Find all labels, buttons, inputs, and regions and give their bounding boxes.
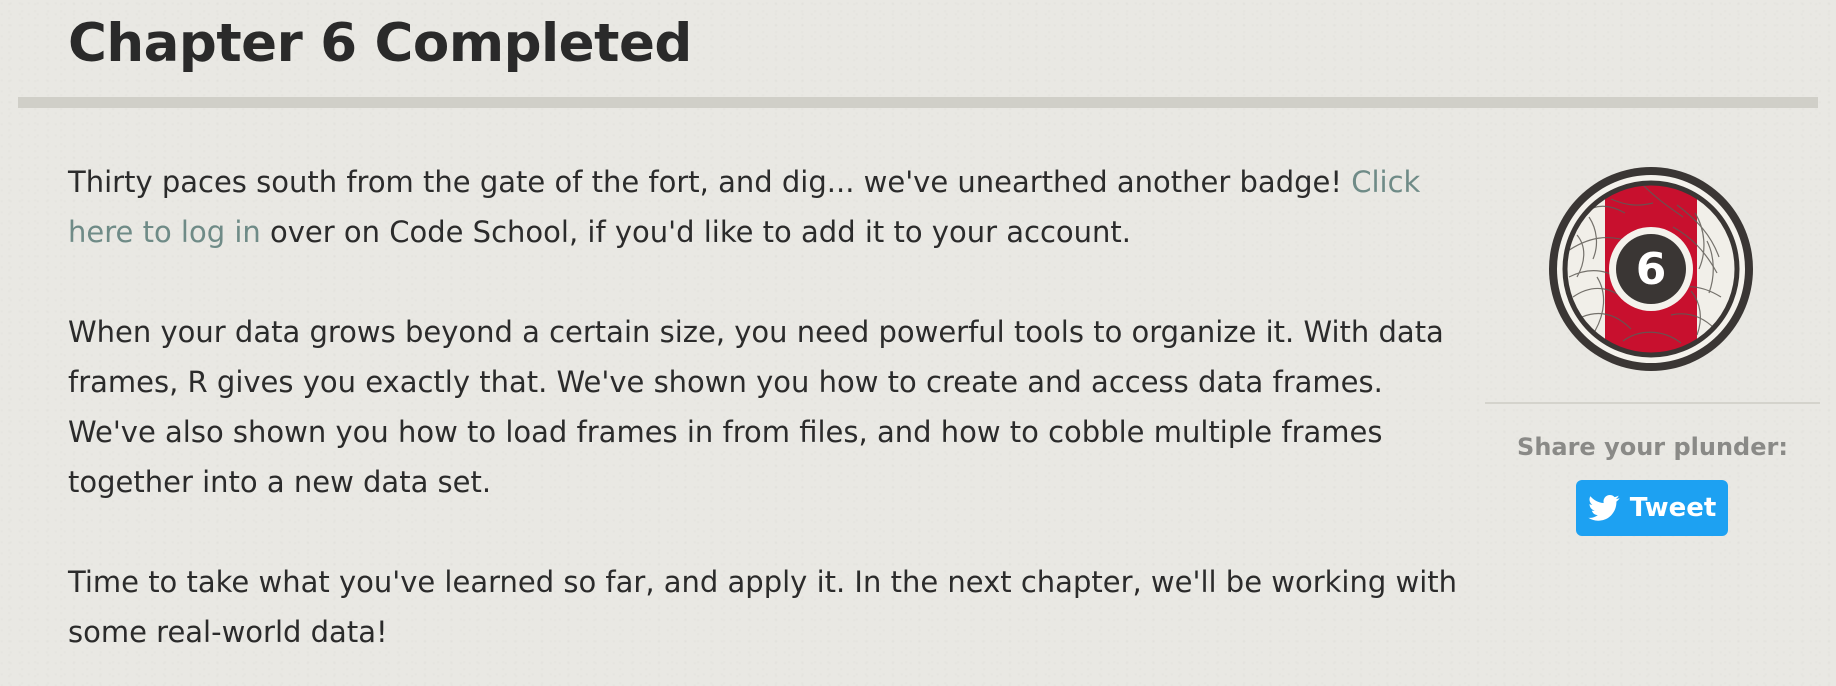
chapter-completed-page: Chapter 6 Completed Thirty paces south f…	[0, 0, 1836, 686]
twitter-bird-icon	[1587, 495, 1620, 521]
badge-message-suffix: over on Code School, if you'd like to ad…	[260, 215, 1131, 249]
share-label: Share your plunder:	[1517, 433, 1788, 461]
chapter-badge-icon: 6	[1549, 167, 1753, 371]
next-chapter-paragraph: Time to take what you've learned so far,…	[68, 565, 1458, 649]
title-divider	[18, 97, 1818, 108]
data-frames-paragraph: When your data grows beyond a certain si…	[68, 315, 1444, 499]
page-title: Chapter 6 Completed	[68, 13, 692, 74]
sidebar-divider	[1485, 402, 1820, 404]
badge-message-paragraph: Thirty paces south from the gate of the …	[68, 157, 1458, 257]
tweet-button[interactable]: Tweet	[1576, 480, 1728, 536]
tweet-label: Tweet	[1629, 493, 1717, 523]
chapter-summary: Thirty paces south from the gate of the …	[68, 157, 1458, 657]
badge-number: 6	[1636, 244, 1667, 295]
badge-message-text: Thirty paces south from the gate of the …	[68, 165, 1352, 199]
